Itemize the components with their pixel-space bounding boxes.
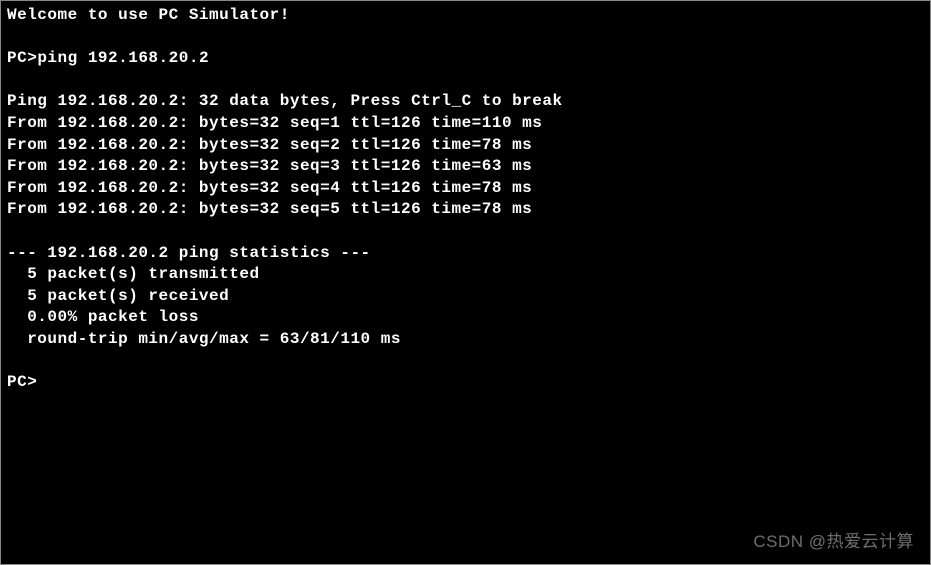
stats-line: 0.00% packet loss — [7, 307, 924, 329]
blank-line — [7, 70, 924, 92]
stats-line: 5 packet(s) transmitted — [7, 264, 924, 286]
ping-reply: From 192.168.20.2: bytes=32 seq=4 ttl=12… — [7, 178, 924, 200]
blank-line — [7, 27, 924, 49]
ping-header: Ping 192.168.20.2: 32 data bytes, Press … — [7, 91, 924, 113]
stats-line: round-trip min/avg/max = 63/81/110 ms — [7, 329, 924, 351]
prompt: PC> — [7, 49, 37, 67]
welcome-line: Welcome to use PC Simulator! — [7, 5, 924, 27]
command-line[interactable]: PC>ping 192.168.20.2 — [7, 48, 924, 70]
ping-reply: From 192.168.20.2: bytes=32 seq=3 ttl=12… — [7, 156, 924, 178]
stats-header: --- 192.168.20.2 ping statistics --- — [7, 243, 924, 265]
watermark: CSDN @热爱云计算 — [753, 531, 914, 554]
blank-line — [7, 351, 924, 373]
blank-line — [7, 221, 924, 243]
ping-reply: From 192.168.20.2: bytes=32 seq=5 ttl=12… — [7, 199, 924, 221]
ping-reply: From 192.168.20.2: bytes=32 seq=1 ttl=12… — [7, 113, 924, 135]
final-prompt[interactable]: PC> — [7, 372, 924, 394]
stats-line: 5 packet(s) received — [7, 286, 924, 308]
ping-reply: From 192.168.20.2: bytes=32 seq=2 ttl=12… — [7, 135, 924, 157]
command-input[interactable]: ping 192.168.20.2 — [37, 49, 209, 67]
